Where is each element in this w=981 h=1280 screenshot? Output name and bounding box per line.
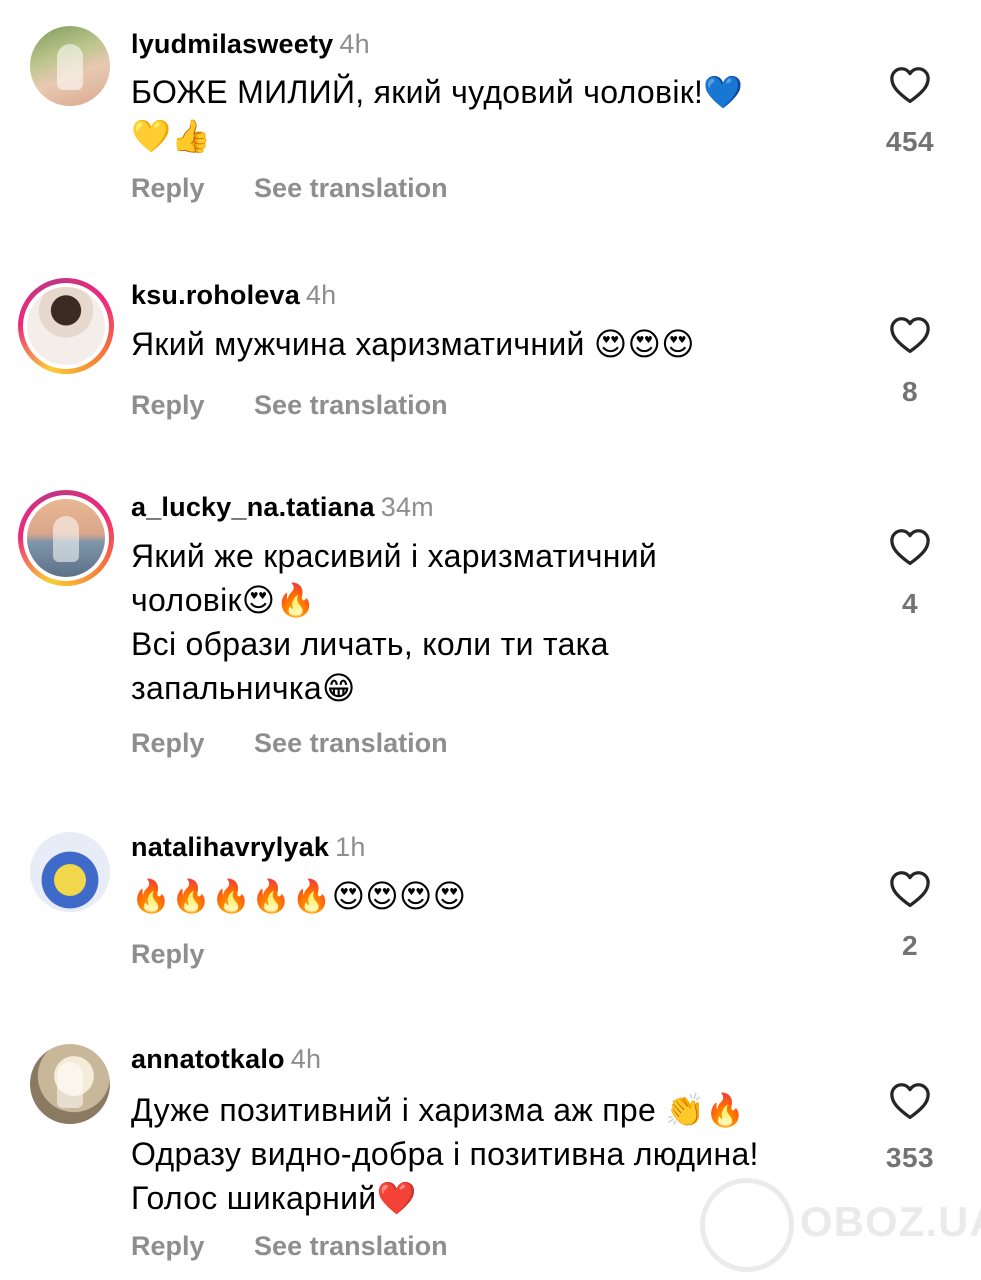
username-text[interactable]: a_lucky_na.tatiana [131,492,375,522]
username-text[interactable]: natalihavrylyak [131,832,329,862]
like-area: 353 [870,1082,950,1174]
comment-time: 4h [290,1044,322,1074]
like-area: 2 [870,870,950,962]
avatar[interactable] [18,278,114,374]
like-count: 353 [885,1142,935,1173]
profile-photo [30,1044,110,1124]
comment-actions: Reply See translation [131,390,448,421]
comment-time: 34m [380,492,434,522]
comment-username[interactable]: natalihavrylyak 1h [131,832,366,863]
like-count: 2 [901,930,919,961]
reply-button[interactable]: Reply [131,173,205,204]
comment-text: Який же красивий і харизматичний чоловік… [131,538,658,706]
comment-text: Який мужчина харизматичний 😍😍😍 [131,326,695,362]
username-text[interactable]: lyudmilasweety [131,29,333,59]
see-translation-button[interactable]: See translation [254,1231,448,1262]
avatar[interactable] [30,1044,110,1124]
comments-screen: lyudmilasweety 4h БОЖЕ МИЛИЙ, який чудови… [0,0,981,1280]
comment-text: 🔥🔥🔥🔥🔥😍😍😍😍 [131,878,467,914]
see-translation-button[interactable]: See translation [254,173,448,204]
like-count: 8 [901,376,919,407]
avatar[interactable] [30,26,110,106]
like-area: 8 [870,316,950,408]
watermark-text: OBOZ.UA [800,1198,981,1245]
username-text[interactable]: annatotkalo [131,1044,285,1074]
comment-actions: Reply See translation [131,1231,448,1262]
like-count: 4 [901,588,919,619]
reply-button[interactable]: Reply [131,1231,205,1262]
comment-time: 1h [335,832,366,862]
reply-button[interactable]: Reply [131,390,205,421]
comment-username[interactable]: a_lucky_na.tatiana 34m [131,492,434,523]
see-translation-button[interactable]: See translation [254,390,448,421]
comment-username[interactable]: ksu.roholeva 4h [131,280,336,311]
watermark-logo: OBOZ.UA [700,1178,981,1272]
avatar[interactable] [30,832,110,912]
globe-icon [700,1178,794,1272]
reply-button[interactable]: Reply [131,728,205,759]
heart-outline-icon[interactable] [889,66,931,104]
heart-outline-icon[interactable] [889,528,931,566]
profile-photo-story-ring [27,287,105,365]
heart-outline-icon[interactable] [889,870,931,908]
like-count: 454 [885,126,935,157]
comment-text: БОЖЕ МИЛИЙ, який чудовий чоловік!💙 💛👍 [131,74,744,154]
profile-photo-story-ring [27,499,105,577]
like-area: 4 [870,528,950,620]
heart-outline-icon[interactable] [889,1082,931,1120]
username-text[interactable]: ksu.roholeva [131,280,300,310]
comment-username[interactable]: annatotkalo 4h [131,1044,321,1075]
comment-username[interactable]: lyudmilasweety 4h [131,29,370,60]
comment-actions: Reply See translation [131,173,448,204]
like-area: 454 [870,66,950,158]
heart-outline-icon[interactable] [889,316,931,354]
profile-photo [30,26,110,106]
see-translation-button[interactable]: See translation [254,728,448,759]
comment-actions: Reply See translation [131,728,448,759]
reply-button[interactable]: Reply [131,939,205,970]
comment-time: 4h [339,29,370,59]
profile-photo [30,832,110,912]
comment-actions: Reply [131,939,247,970]
avatar[interactable] [18,490,114,586]
comment-time: 4h [305,280,337,310]
